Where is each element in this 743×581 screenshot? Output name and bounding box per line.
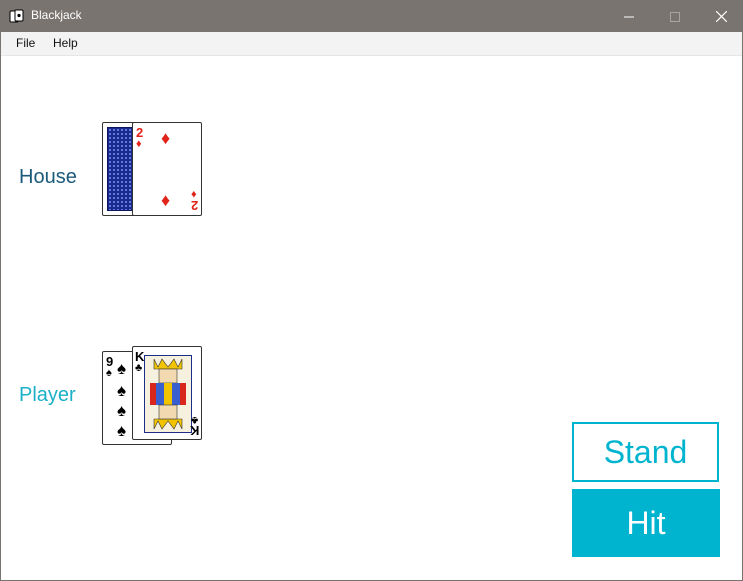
house-label: House (19, 166, 77, 188)
spade-pip-icon: ♠ (117, 401, 127, 420)
stand-button[interactable]: Stand (572, 422, 719, 482)
spade-pip-icon: ♠ (117, 359, 127, 378)
menu-bar: File Help (1, 32, 742, 56)
hit-button[interactable]: Hit (572, 489, 720, 557)
card-rank-bottom: K (189, 423, 199, 438)
club-suit-icon: ♣ (135, 362, 143, 374)
menu-help[interactable]: Help (53, 36, 78, 50)
minimize-button[interactable] (606, 1, 652, 32)
diamond-pip-icon: ♦ (161, 190, 171, 210)
title-bar[interactable]: Blackjack (1, 1, 742, 32)
maximize-icon (670, 11, 680, 22)
close-button[interactable] (698, 1, 743, 32)
house-card-2-of-diamonds: 2 ♦ ♦ ♦ ♦ 2 (132, 122, 202, 216)
spade-pip-icon: ♠ (117, 421, 127, 440)
diamond-suit-icon: ♦ (136, 138, 142, 150)
king-portrait-icon (144, 355, 192, 433)
menu-file[interactable]: File (16, 36, 35, 50)
maximize-button[interactable] (652, 1, 698, 32)
window-title: Blackjack (31, 8, 82, 22)
spade-pip-icon: ♠ (117, 381, 127, 400)
diamond-pip-icon: ♦ (161, 128, 171, 148)
player-label: Player (19, 384, 76, 406)
spade-suit-icon: ♠ (106, 367, 112, 379)
close-icon (715, 11, 727, 22)
cards-app-icon (9, 9, 24, 23)
minimize-icon (624, 16, 634, 17)
app-window: Blackjack File Help House 2 ♦ ♦ ♦ ♦ 2 Pl… (0, 0, 743, 581)
card-rank-bottom: 2 (190, 198, 198, 213)
player-card-king-of-clubs: K ♣ ♣ K (132, 346, 202, 440)
